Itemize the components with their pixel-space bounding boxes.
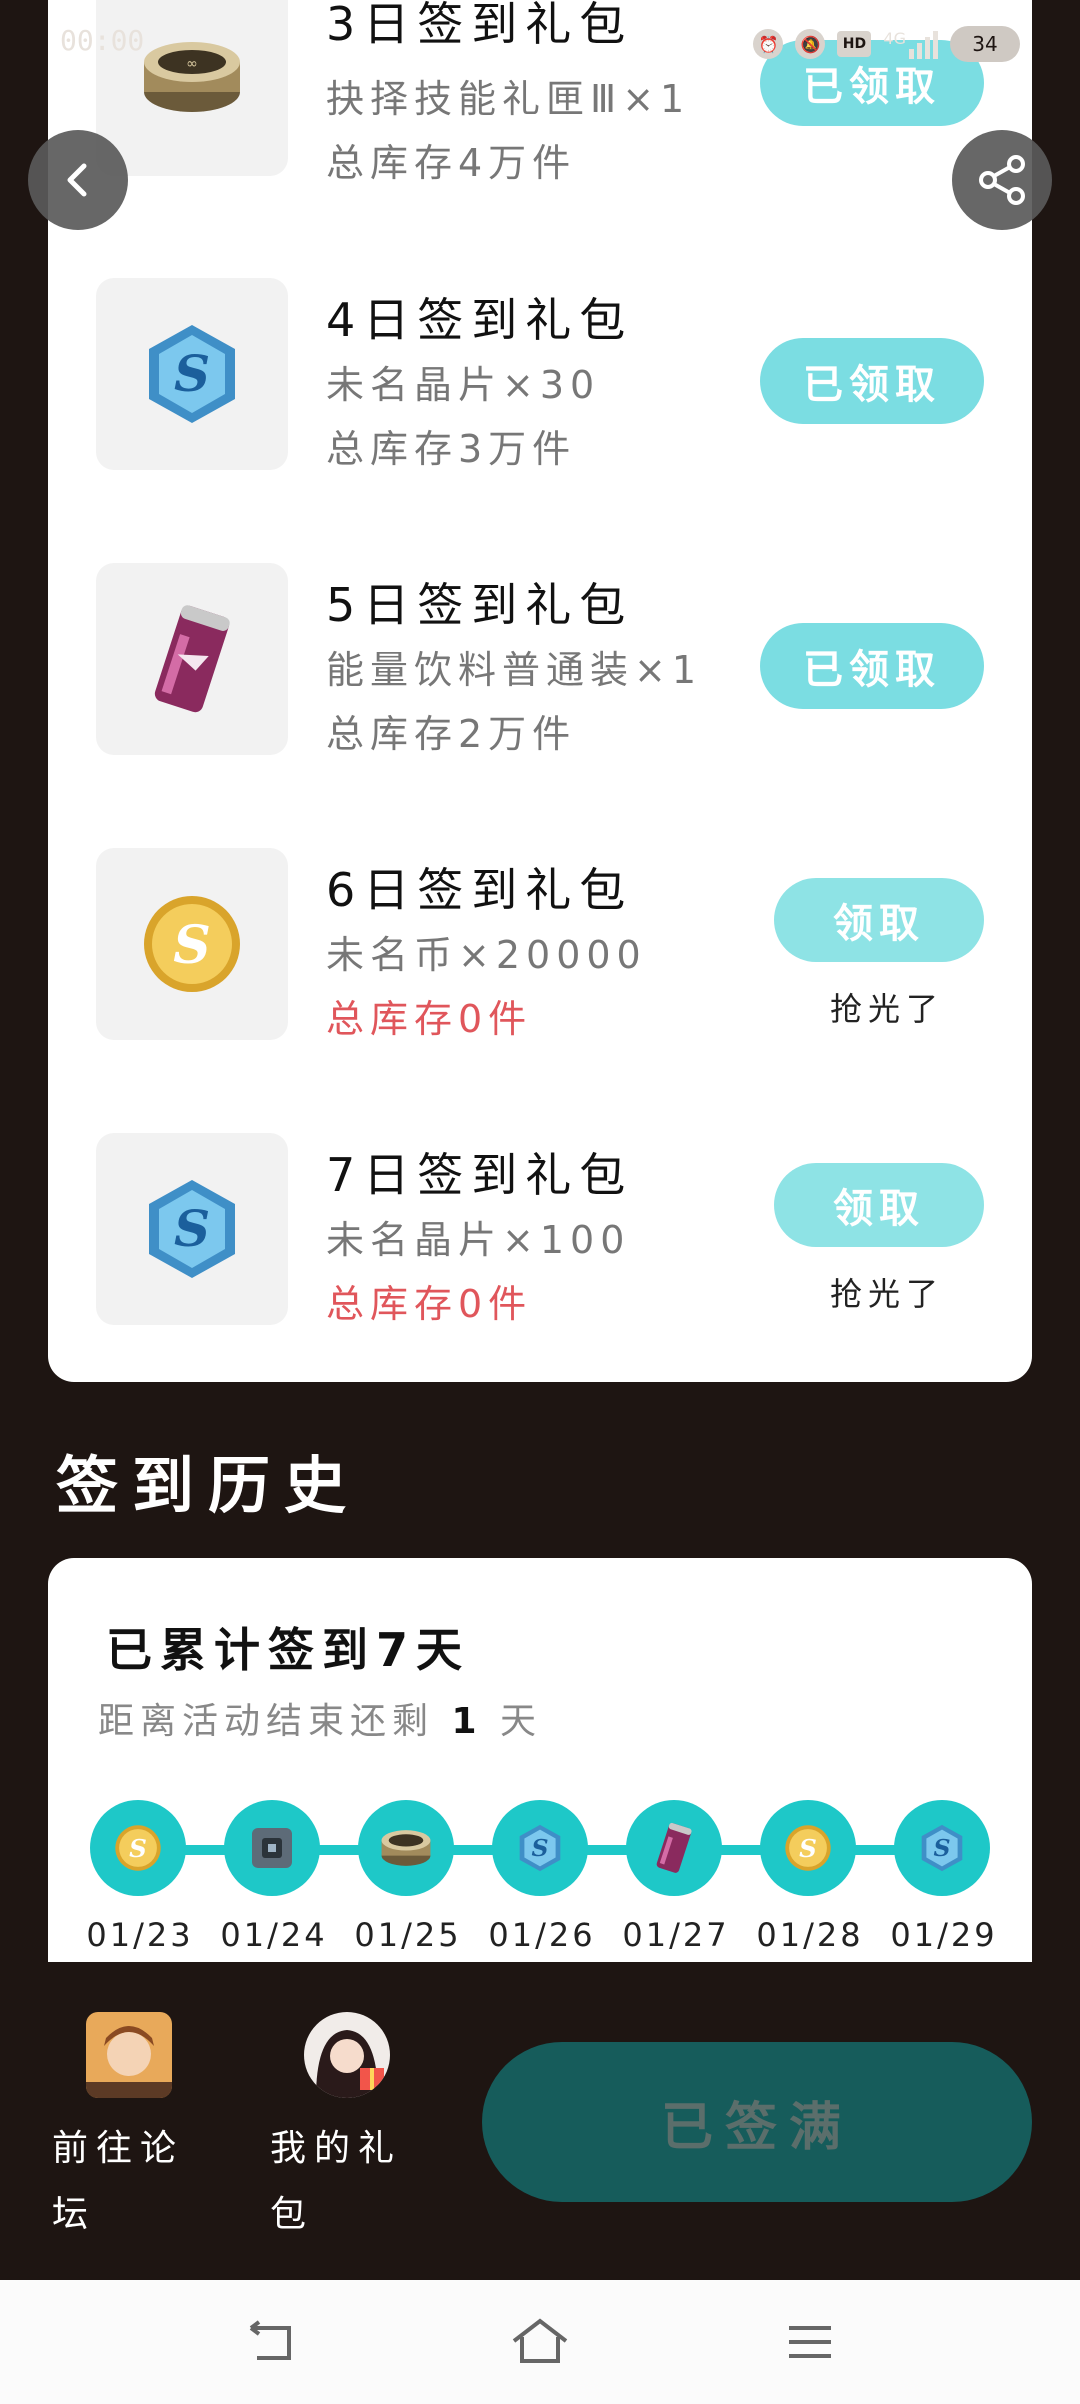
mute-icon: 🔕 bbox=[795, 29, 826, 59]
my-gifts-link[interactable]: 我的礼包 bbox=[270, 2012, 410, 2248]
forum-link[interactable]: 前往论坛 bbox=[52, 2012, 192, 2248]
day-date: 01/28 bbox=[756, 1916, 864, 1954]
energy-drink-icon bbox=[656, 1822, 692, 1873]
reward-desc: 未名币×20000 bbox=[326, 933, 647, 977]
crystal-chip-icon: S bbox=[519, 1824, 561, 1872]
signal-icon: 4G bbox=[883, 29, 938, 59]
day-node bbox=[358, 1800, 458, 1900]
day-date: 01/29 bbox=[890, 1916, 998, 1954]
reward-stock: 总库存2万件 bbox=[326, 712, 577, 756]
remaining-suffix: 天 bbox=[499, 1701, 542, 1742]
day-date: 01/24 bbox=[220, 1916, 328, 1954]
reward-desc: 未名晶片×30 bbox=[326, 363, 601, 407]
item-tin-icon: ∞ bbox=[144, 42, 240, 112]
share-icon bbox=[979, 155, 1025, 205]
menu-icon bbox=[789, 2326, 831, 2358]
gifts-label: 我的礼包 bbox=[270, 2128, 403, 2235]
crystal-chip-icon: S bbox=[149, 325, 235, 423]
alarm-icon: ⏰ bbox=[753, 29, 784, 59]
gifts-avatar bbox=[304, 2012, 390, 2098]
sold-out-label: 抢光了 bbox=[829, 990, 944, 1028]
reward-thumb: S bbox=[96, 848, 288, 1040]
svg-text:S: S bbox=[129, 1834, 147, 1863]
hd-icon: HD bbox=[837, 31, 872, 57]
system-nav-bar bbox=[0, 2280, 1080, 2404]
reward-stock: 总库存0件 bbox=[326, 1282, 533, 1326]
signin-full-button[interactable]: 已签满 bbox=[482, 2042, 1032, 2202]
reward-title: 7日签到礼包 bbox=[326, 1148, 634, 1202]
reward-stock: 总库存3万件 bbox=[326, 427, 577, 471]
svg-text:S: S bbox=[799, 1834, 817, 1863]
reward-desc: 抉择技能礼匣Ⅲ×1 bbox=[326, 77, 691, 121]
svg-text:S: S bbox=[531, 1834, 548, 1862]
day-node bbox=[626, 1800, 726, 1900]
coin-icon: S bbox=[144, 896, 240, 992]
chevron-left-icon bbox=[67, 163, 87, 197]
reward-row-day6: S 6日签到礼包 未名币×20000 总库存0件 领取 抢光了 bbox=[48, 848, 1032, 1048]
day-date: 01/23 bbox=[86, 1916, 194, 1954]
day-date: 01/25 bbox=[354, 1916, 462, 1954]
reward-stock: 总库存4万件 bbox=[326, 141, 577, 185]
day-node: S bbox=[894, 1800, 994, 1900]
claimed-button[interactable]: 已领取 bbox=[760, 623, 984, 709]
battery-icon: 34 bbox=[950, 26, 1020, 62]
reward-row-day5: 5日签到礼包 能量饮料普通装×1 总库存2万件 已领取 bbox=[48, 563, 1032, 763]
reward-thumb bbox=[96, 563, 288, 755]
reward-row-day4: S 4日签到礼包 未名晶片×30 总库存3万件 已领取 bbox=[48, 278, 1032, 478]
history-card: 已累计签到7天 距离活动结束还剩 1 天 S S S S 01/23 01/24… bbox=[48, 1558, 1032, 1978]
share-button[interactable] bbox=[952, 130, 1052, 230]
reward-desc: 未名晶片×100 bbox=[326, 1218, 631, 1262]
svg-text:S: S bbox=[173, 915, 211, 976]
reward-thumb: S bbox=[96, 1133, 288, 1325]
home-nav-button[interactable] bbox=[510, 2316, 570, 2368]
home-icon bbox=[512, 2318, 568, 2363]
gift-box-icon bbox=[252, 1828, 292, 1868]
svg-text:S: S bbox=[933, 1834, 950, 1862]
svg-text:S: S bbox=[174, 344, 210, 403]
day-node bbox=[224, 1800, 324, 1900]
energy-drink-icon bbox=[154, 605, 230, 713]
bottom-action-bar: 前往论坛 我的礼包 已签满 bbox=[0, 1962, 1080, 2280]
day-node: S bbox=[90, 1800, 190, 1900]
reward-title: 3日签到礼包 bbox=[326, 0, 634, 51]
svg-text:S: S bbox=[174, 1199, 210, 1258]
history-heading: 签到历史 bbox=[56, 1449, 361, 1522]
crystal-chip-icon: S bbox=[921, 1824, 963, 1872]
forum-label: 前往论坛 bbox=[52, 2128, 185, 2235]
coin-icon: S bbox=[115, 1825, 161, 1871]
claimed-button[interactable]: 已领取 bbox=[760, 338, 984, 424]
back-button[interactable] bbox=[28, 130, 128, 230]
reward-stock: 总库存0件 bbox=[326, 997, 533, 1041]
reward-desc: 能量饮料普通装×1 bbox=[326, 648, 703, 692]
status-icons: ⏰ 🔕 HD 4G 34 bbox=[753, 26, 1020, 62]
claim-button[interactable]: 领取 bbox=[774, 878, 984, 962]
remaining-days: 1 bbox=[451, 1701, 483, 1742]
reward-title: 5日签到礼包 bbox=[326, 578, 634, 632]
svg-text:∞: ∞ bbox=[186, 56, 198, 72]
day-node: S bbox=[760, 1800, 860, 1900]
history-subtitle: 距离活动结束还剩 1 天 bbox=[98, 1692, 542, 1744]
day-node: S bbox=[492, 1800, 592, 1900]
day-date: 01/26 bbox=[488, 1916, 596, 1954]
day-date: 01/27 bbox=[622, 1916, 730, 1954]
character-avatar-icon bbox=[86, 2012, 172, 2098]
claim-button[interactable]: 领取 bbox=[774, 1163, 984, 1247]
forum-avatar bbox=[86, 2012, 172, 2098]
item-tin-icon bbox=[381, 1830, 431, 1866]
reward-list-card: ∞ 3日签到礼包 抉择技能礼匣Ⅲ×1 总库存4万件 已领取 S 4日签到礼包 未… bbox=[48, 0, 1032, 1382]
reward-title: 6日签到礼包 bbox=[326, 863, 634, 917]
remaining-prefix: 距离活动结束还剩 bbox=[98, 1701, 435, 1742]
reward-row-day7: S 7日签到礼包 未名晶片×100 总库存0件 领取 抢光了 bbox=[48, 1133, 1032, 1333]
coin-icon: S bbox=[785, 1825, 831, 1871]
menu-nav-button[interactable] bbox=[780, 2316, 840, 2368]
gift-avatar-icon bbox=[304, 2012, 390, 2098]
back-nav-button[interactable] bbox=[240, 2316, 300, 2368]
back-nav-icon bbox=[249, 2320, 291, 2360]
crystal-chip-icon: S bbox=[149, 1180, 235, 1278]
sold-out-label: 抢光了 bbox=[829, 1275, 944, 1313]
reward-title: 4日签到礼包 bbox=[326, 293, 634, 347]
reward-thumb: S bbox=[96, 278, 288, 470]
status-time: 00:00 bbox=[60, 24, 145, 57]
history-title: 已累计签到7天 bbox=[106, 1623, 471, 1677]
